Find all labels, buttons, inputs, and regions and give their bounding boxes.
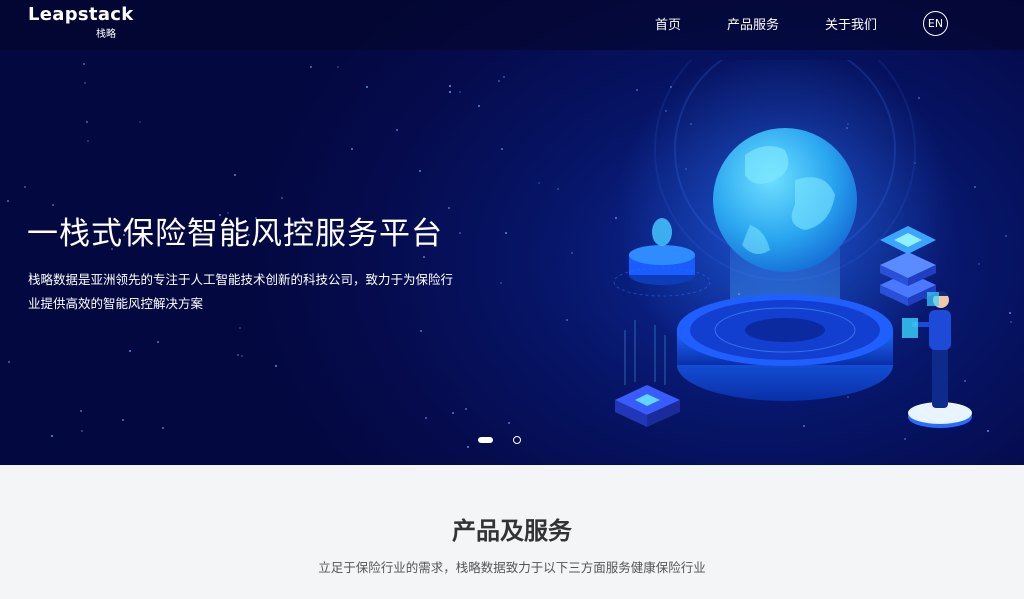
hero-illustration bbox=[613, 60, 972, 428]
star-dot bbox=[571, 252, 573, 254]
star-dot bbox=[420, 330, 422, 332]
star-dot bbox=[241, 355, 243, 357]
star-dot bbox=[337, 66, 339, 68]
carousel-dot-1[interactable] bbox=[478, 437, 493, 443]
hero-banner: Leapstack 栈略 首页 产品服务 关于我们 EN 一栈式保险智能风控服务… bbox=[0, 0, 1024, 465]
star-dot bbox=[467, 446, 469, 448]
star-dot bbox=[139, 121, 141, 123]
star-dot bbox=[234, 174, 236, 176]
star-dot bbox=[423, 256, 425, 258]
star-dot bbox=[157, 341, 159, 343]
star-dot bbox=[448, 207, 450, 209]
nav-item-products[interactable]: 产品服务 bbox=[727, 14, 779, 33]
star-dot bbox=[505, 232, 507, 234]
star-dot bbox=[419, 170, 421, 172]
nav-item-about[interactable]: 关于我们 bbox=[825, 14, 877, 33]
star-dot bbox=[459, 232, 461, 234]
star-dot bbox=[310, 66, 312, 68]
star-dot bbox=[86, 121, 88, 123]
star-dot bbox=[501, 148, 503, 150]
top-navbar: Leapstack 栈略 首页 产品服务 关于我们 EN bbox=[0, 0, 1024, 50]
star-dot bbox=[366, 86, 368, 88]
star-dot bbox=[557, 188, 559, 190]
star-dot bbox=[162, 427, 164, 429]
star-dot bbox=[449, 91, 451, 93]
star-dot bbox=[87, 140, 89, 142]
star-dot bbox=[129, 350, 131, 352]
star-dot bbox=[508, 422, 510, 424]
star-dot bbox=[351, 148, 353, 150]
star-dot bbox=[81, 430, 83, 432]
star-dot bbox=[84, 82, 86, 84]
carousel-dot-2[interactable] bbox=[513, 436, 521, 444]
star-dot bbox=[239, 327, 241, 329]
star-dot bbox=[449, 85, 451, 87]
star-dot bbox=[452, 412, 454, 414]
star-dot bbox=[237, 354, 239, 356]
star-dot bbox=[396, 129, 398, 131]
nav-item-home[interactable]: 首页 bbox=[655, 14, 681, 33]
star-dot bbox=[465, 408, 467, 410]
star-dot bbox=[80, 410, 82, 412]
star-dot bbox=[566, 319, 568, 321]
star-dot bbox=[459, 91, 461, 93]
brand-logo[interactable]: Leapstack 栈略 bbox=[28, 4, 133, 40]
star-dot bbox=[498, 80, 500, 82]
star-dot bbox=[83, 63, 85, 65]
carousel-indicators bbox=[478, 436, 521, 444]
star-dot bbox=[503, 76, 505, 78]
language-toggle-button[interactable]: EN bbox=[923, 11, 948, 36]
star-dot bbox=[1010, 321, 1012, 323]
star-dot bbox=[8, 361, 10, 363]
star-dot bbox=[52, 204, 54, 206]
star-dot bbox=[500, 282, 502, 284]
section-subtitle: 立足于保险行业的需求，栈略数据致力于以下三方面服务健康保险行业 bbox=[318, 560, 706, 575]
star-dot bbox=[538, 182, 540, 184]
star-dot bbox=[24, 186, 26, 188]
brand-name-en: Leapstack bbox=[28, 4, 134, 25]
section-title: 产品及服务 bbox=[452, 517, 572, 545]
hero-description: 栈略数据是亚洲领先的专注于人工智能技术创新的科技公司，致力于为保险行业提供高效的… bbox=[28, 272, 454, 311]
star-dot bbox=[478, 105, 480, 107]
star-dot bbox=[51, 435, 53, 437]
brand-name-cn: 栈略 bbox=[96, 29, 116, 40]
star-dot bbox=[122, 419, 124, 421]
star-dot bbox=[425, 417, 427, 419]
star-dot bbox=[7, 200, 9, 202]
hero-title: 一栈式保险智能风控服务平台 bbox=[27, 216, 443, 252]
star-dot bbox=[281, 197, 283, 199]
star-dot bbox=[275, 365, 277, 367]
